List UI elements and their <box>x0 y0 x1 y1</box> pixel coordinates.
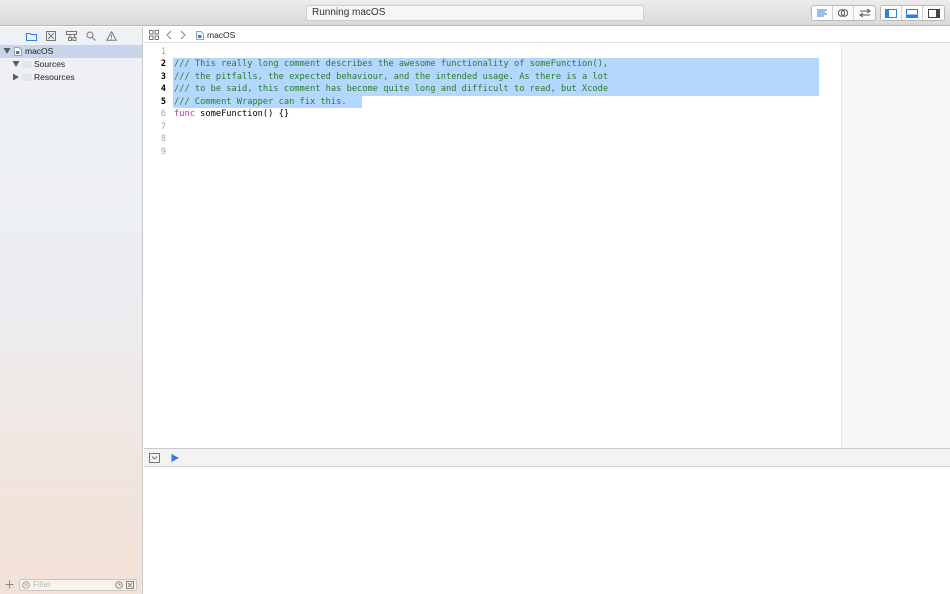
breadcrumb-file-icon-wrap <box>195 29 205 41</box>
source-control-navigator-tab[interactable] <box>45 30 57 42</box>
tree-row-label: Sources <box>34 59 66 69</box>
folder-icon <box>22 74 32 81</box>
debug-bar <box>144 448 950 467</box>
line-number: 9 <box>160 146 166 157</box>
line-number: 5 <box>160 96 166 107</box>
project-navigator-tab[interactable] <box>25 30 37 42</box>
interlocking-rings-icon <box>837 9 849 17</box>
tree-row-label: macOS <box>25 46 54 56</box>
version-editor-button[interactable] <box>854 6 875 20</box>
chevron-left-icon <box>166 30 172 40</box>
window-toolbar: Running macOS <box>0 0 950 26</box>
line-number: 1 <box>160 46 166 57</box>
disclosure-triangle-down-icon[interactable] <box>12 60 20 68</box>
forward-button[interactable] <box>178 29 188 41</box>
magnifier-icon <box>86 31 96 41</box>
navigator-filter-input[interactable]: Filter <box>19 579 137 591</box>
symbol-navigator-tab[interactable] <box>65 30 77 42</box>
debug-console <box>144 467 950 594</box>
back-button[interactable] <box>164 29 174 41</box>
comment-token: /// Comment Wrapper can fix this. <box>174 96 347 107</box>
comment-token: /// This really long comment describes t… <box>174 59 609 69</box>
debug-area-toggle-button[interactable] <box>902 6 923 20</box>
keyword-token: func <box>174 109 195 119</box>
standard-editor-button[interactable] <box>812 6 833 20</box>
tree-row-sources[interactable]: Sources <box>0 58 142 71</box>
code-line[interactable]: /// to be said, this comment has become … <box>174 83 608 96</box>
comment-token: /// the pitfalls, the expected behaviour… <box>174 71 609 82</box>
folder-icon <box>25 32 37 41</box>
line-number: 6 <box>160 109 166 119</box>
code-text: someFunction() {} <box>194 109 290 119</box>
disclosure-triangle-right-icon[interactable] <box>12 73 20 81</box>
code-line[interactable]: func someFunction() {} <box>174 108 289 121</box>
activity-viewer: Running macOS <box>306 5 644 21</box>
project-tree: macOS Sources Resources <box>0 45 142 84</box>
tree-row-macos[interactable]: macOS <box>0 45 142 58</box>
line-number: 8 <box>160 134 166 144</box>
source-control-icon <box>46 31 56 41</box>
activity-text: Running macOS <box>312 7 386 18</box>
right-panel-icon <box>927 8 940 18</box>
navigator-tab-bar <box>0 27 142 43</box>
code-line[interactable]: /// Comment Wrapper can fix this. <box>174 96 347 109</box>
lines-icon <box>817 9 827 16</box>
issue-navigator-tab[interactable] <box>105 30 117 42</box>
project-file-icon <box>196 30 204 40</box>
navigator-pane: macOS Sources Resources Filter <box>0 27 143 594</box>
navigator-filter-bar: Filter <box>0 576 143 594</box>
tree-row-label: Resources <box>34 72 75 82</box>
disclosure-triangle-down-icon[interactable] <box>3 47 11 55</box>
clock-icon[interactable] <box>115 581 123 589</box>
navigator-toggle-button[interactable] <box>881 6 902 20</box>
line-number: 2 <box>160 59 166 69</box>
filter-icon <box>22 581 30 589</box>
breadcrumb-macos[interactable]: macOS <box>207 29 235 41</box>
editor-mode-segmented-control <box>811 5 876 21</box>
view-segmented-control <box>880 5 945 21</box>
folder-icon <box>22 61 32 68</box>
play-icon[interactable] <box>170 453 180 463</box>
chevron-right-icon <box>180 30 186 40</box>
arrows-left-right-icon <box>858 8 871 18</box>
line-number: 4 <box>160 84 166 94</box>
editor-right-margin <box>841 44 950 448</box>
find-navigator-tab[interactable] <box>85 30 97 42</box>
left-panel-icon <box>885 8 897 18</box>
project-file-icon <box>14 47 22 56</box>
filter-placeholder: Filter <box>33 580 51 589</box>
bottom-panel-icon <box>906 8 918 18</box>
source-control-filter-icon[interactable] <box>126 581 134 589</box>
code-line[interactable]: /// the pitfalls, the expected behaviour… <box>174 71 608 84</box>
code-line[interactable]: /// This really long comment describes t… <box>174 58 608 71</box>
plus-icon[interactable] <box>5 580 14 589</box>
hide-debug-area-icon[interactable] <box>149 453 160 463</box>
jump-bar: macOS <box>144 27 950 43</box>
grid-icon <box>149 30 159 40</box>
warning-triangle-icon <box>105 31 117 41</box>
utilities-toggle-button[interactable] <box>923 6 944 20</box>
related-items-button[interactable] <box>148 29 160 41</box>
line-number: 3 <box>160 71 166 82</box>
source-editor[interactable]: 1 2 /// This really long comment describes… <box>144 44 841 448</box>
assistant-editor-button[interactable] <box>833 6 854 20</box>
tree-row-resources[interactable]: Resources <box>0 71 142 84</box>
comment-token: /// to be said, this comment has become … <box>174 84 609 94</box>
hierarchy-icon <box>65 31 77 41</box>
line-number: 7 <box>160 121 166 132</box>
